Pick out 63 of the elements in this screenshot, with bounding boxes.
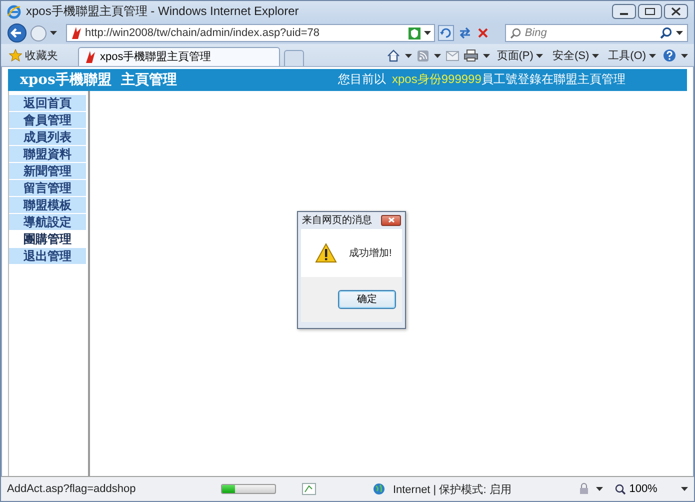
caret-icon[interactable] xyxy=(424,31,431,36)
browser-tab[interactable]: xpos手機聯盟主頁管理 xyxy=(78,46,280,66)
sidebar-item[interactable]: 成員列表 xyxy=(9,128,86,145)
zoom-button[interactable]: 100% xyxy=(615,483,658,496)
login-status: 您目前以 xyxy=(338,71,386,88)
security-zone: Internet | 保护模式: 启用 xyxy=(392,482,512,497)
sidebar-item[interactable]: 導航設定 xyxy=(9,214,86,230)
caret-icon[interactable] xyxy=(649,54,656,58)
dialog-message: 成功增加! xyxy=(349,246,392,260)
ie-logo-icon xyxy=(7,4,21,19)
command-menu[interactable]: 页面(P) xyxy=(494,48,546,64)
caret-icon[interactable] xyxy=(536,54,544,58)
page-icon xyxy=(70,26,82,40)
shield-icon xyxy=(408,26,421,40)
login-status: 員工號登錄在聯盟主頁管理 xyxy=(481,71,626,88)
sidebar-item[interactable]: 聯盟資料 xyxy=(9,146,86,162)
address-field[interactable]: http://win2008/tw/chain/admin/index.asp?uid=78 xyxy=(66,24,435,42)
back-icon[interactable] xyxy=(7,23,27,44)
dialog-close-button[interactable] xyxy=(381,214,401,226)
close-icon xyxy=(388,217,394,224)
lock-icon[interactable] xyxy=(578,483,590,496)
caret-icon[interactable] xyxy=(592,54,600,58)
home-icon[interactable] xyxy=(386,49,400,62)
dropdown-caret-icon[interactable] xyxy=(50,31,57,36)
caret-icon[interactable] xyxy=(596,487,604,492)
command-menu[interactable]: 工具(O) xyxy=(606,48,658,64)
sidebar-item[interactable]: 退出管理 xyxy=(9,248,86,264)
sidebar-item[interactable]: 留言管理 xyxy=(9,180,86,196)
dialog-title: 来自网页的消息 xyxy=(302,214,372,228)
favorites-button[interactable]: 收藏夹 xyxy=(7,46,60,66)
sidebar-item[interactable]: 返回首頁 xyxy=(9,94,86,111)
window-title: xpos手機聯盟主頁管理 - Windows Internet Explorer xyxy=(26,3,300,20)
ok-button[interactable]: 确定 xyxy=(338,290,396,309)
command-menu[interactable]: 安全(S) xyxy=(550,48,602,64)
refresh-icon[interactable] xyxy=(438,25,454,42)
stop-icon[interactable] xyxy=(476,26,490,40)
caret-icon[interactable] xyxy=(676,31,683,36)
caret-icon[interactable] xyxy=(434,54,441,58)
caret-icon[interactable] xyxy=(482,54,490,58)
search-icon xyxy=(510,28,521,39)
header-title: xpos手機聯盟 主頁管理 xyxy=(20,70,178,89)
search-icon[interactable] xyxy=(660,27,672,40)
page-icon xyxy=(84,50,96,64)
caret-icon[interactable] xyxy=(404,54,412,58)
warning-icon xyxy=(315,242,337,263)
search-field[interactable]: Bing xyxy=(504,24,688,42)
minimize-icon[interactable] xyxy=(612,4,636,20)
progress-bar xyxy=(220,484,276,494)
globe-icon xyxy=(372,483,385,496)
popup-blocked-icon xyxy=(302,483,316,496)
sidebar-item[interactable]: 會員管理 xyxy=(9,112,86,128)
caret-icon[interactable] xyxy=(681,54,688,58)
caret-icon[interactable] xyxy=(680,487,688,492)
print-icon[interactable] xyxy=(464,49,478,62)
close-icon[interactable] xyxy=(664,4,688,20)
maximize-icon[interactable] xyxy=(638,4,662,20)
status-text: AddAct.asp?flag=addshop xyxy=(7,483,137,496)
help-icon[interactable] xyxy=(663,49,676,62)
sidebar-item[interactable]: 聯盟模板 xyxy=(9,196,86,213)
sidebar-item[interactable]: 新聞管理 xyxy=(9,162,86,179)
user-id: xpos身份999999 xyxy=(392,71,482,88)
star-icon xyxy=(9,49,22,62)
zoom-icon xyxy=(615,484,626,495)
